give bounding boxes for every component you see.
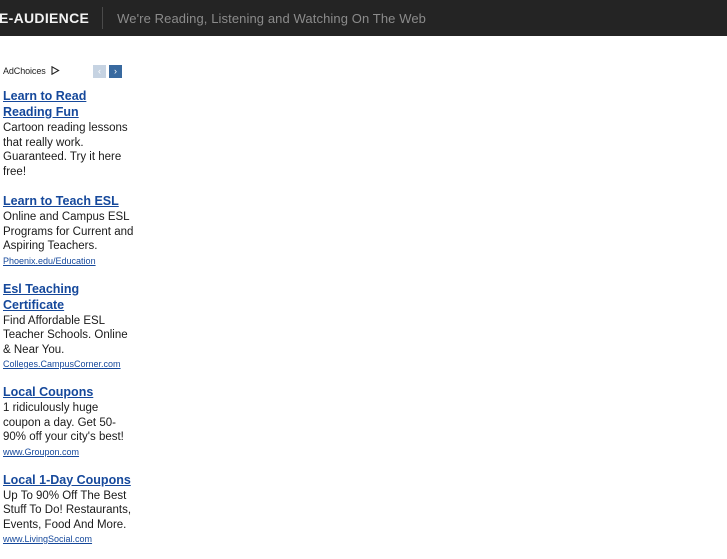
ad-unit: Local Coupons 1 ridiculously huge coupon… — [0, 384, 140, 458]
site-title: E-AUDIENCE — [0, 10, 90, 26]
ad-description: Up To 90% Off The Best Stuff To Do! Rest… — [3, 489, 132, 531]
site-tagline: We're Reading, Listening and Watching On… — [117, 10, 426, 26]
ad-description: Online and Campus ESL Programs for Curre… — [3, 211, 134, 252]
site-header: E-AUDIENCE We're Reading, Listening and … — [0, 0, 727, 36]
ad-unit: Esl Teaching Certificate Find Affordable… — [0, 281, 140, 371]
ad-description: Cartoon reading lessons that really work… — [3, 122, 128, 178]
ad-description: Find Affordable ESL Teacher Schools. Onl… — [3, 314, 128, 356]
ad-title-link[interactable]: Learn to Read Reading Fun — [3, 88, 138, 120]
ad-title-link[interactable]: Local Coupons — [3, 384, 138, 400]
adchoices-triangle-icon — [51, 65, 60, 77]
ad-unit: Learn to Read Reading Fun Cartoon readin… — [0, 88, 140, 179]
ad-title-link[interactable]: Local 1-Day Coupons — [3, 472, 138, 488]
adchoices-bar: AdChoices ‹ › — [0, 36, 140, 88]
ad-display-url[interactable]: www.Groupon.com — [3, 446, 138, 458]
ad-column: AdChoices ‹ › Learn to Read Reading Fun … — [0, 36, 140, 559]
ad-title-link[interactable]: Esl Teaching Certificate — [3, 281, 138, 313]
ad-description: 1 ridiculously huge coupon a day. Get 50… — [3, 402, 124, 443]
ad-next-button[interactable]: › — [109, 65, 122, 78]
ad-unit: Local 1-Day Coupons Up To 90% Off The Be… — [0, 472, 140, 546]
ad-title-link[interactable]: Learn to Teach ESL — [3, 193, 138, 209]
ad-prev-button[interactable]: ‹ — [93, 65, 106, 78]
ad-display-url[interactable]: Colleges.CampusCorner.com — [3, 358, 138, 370]
ad-unit: Learn to Teach ESL Online and Campus ESL… — [0, 193, 140, 267]
ad-display-url[interactable]: www.LivingSocial.com — [3, 533, 138, 545]
adchoices-label-text: AdChoices — [3, 66, 46, 76]
ad-list: Learn to Read Reading Fun Cartoon readin… — [0, 88, 140, 545]
header-divider — [102, 7, 104, 29]
adchoices-link[interactable]: AdChoices — [3, 65, 60, 77]
ad-display-url[interactable]: Phoenix.edu/Education — [3, 255, 138, 267]
ad-carousel-nav: ‹ › — [93, 65, 122, 78]
